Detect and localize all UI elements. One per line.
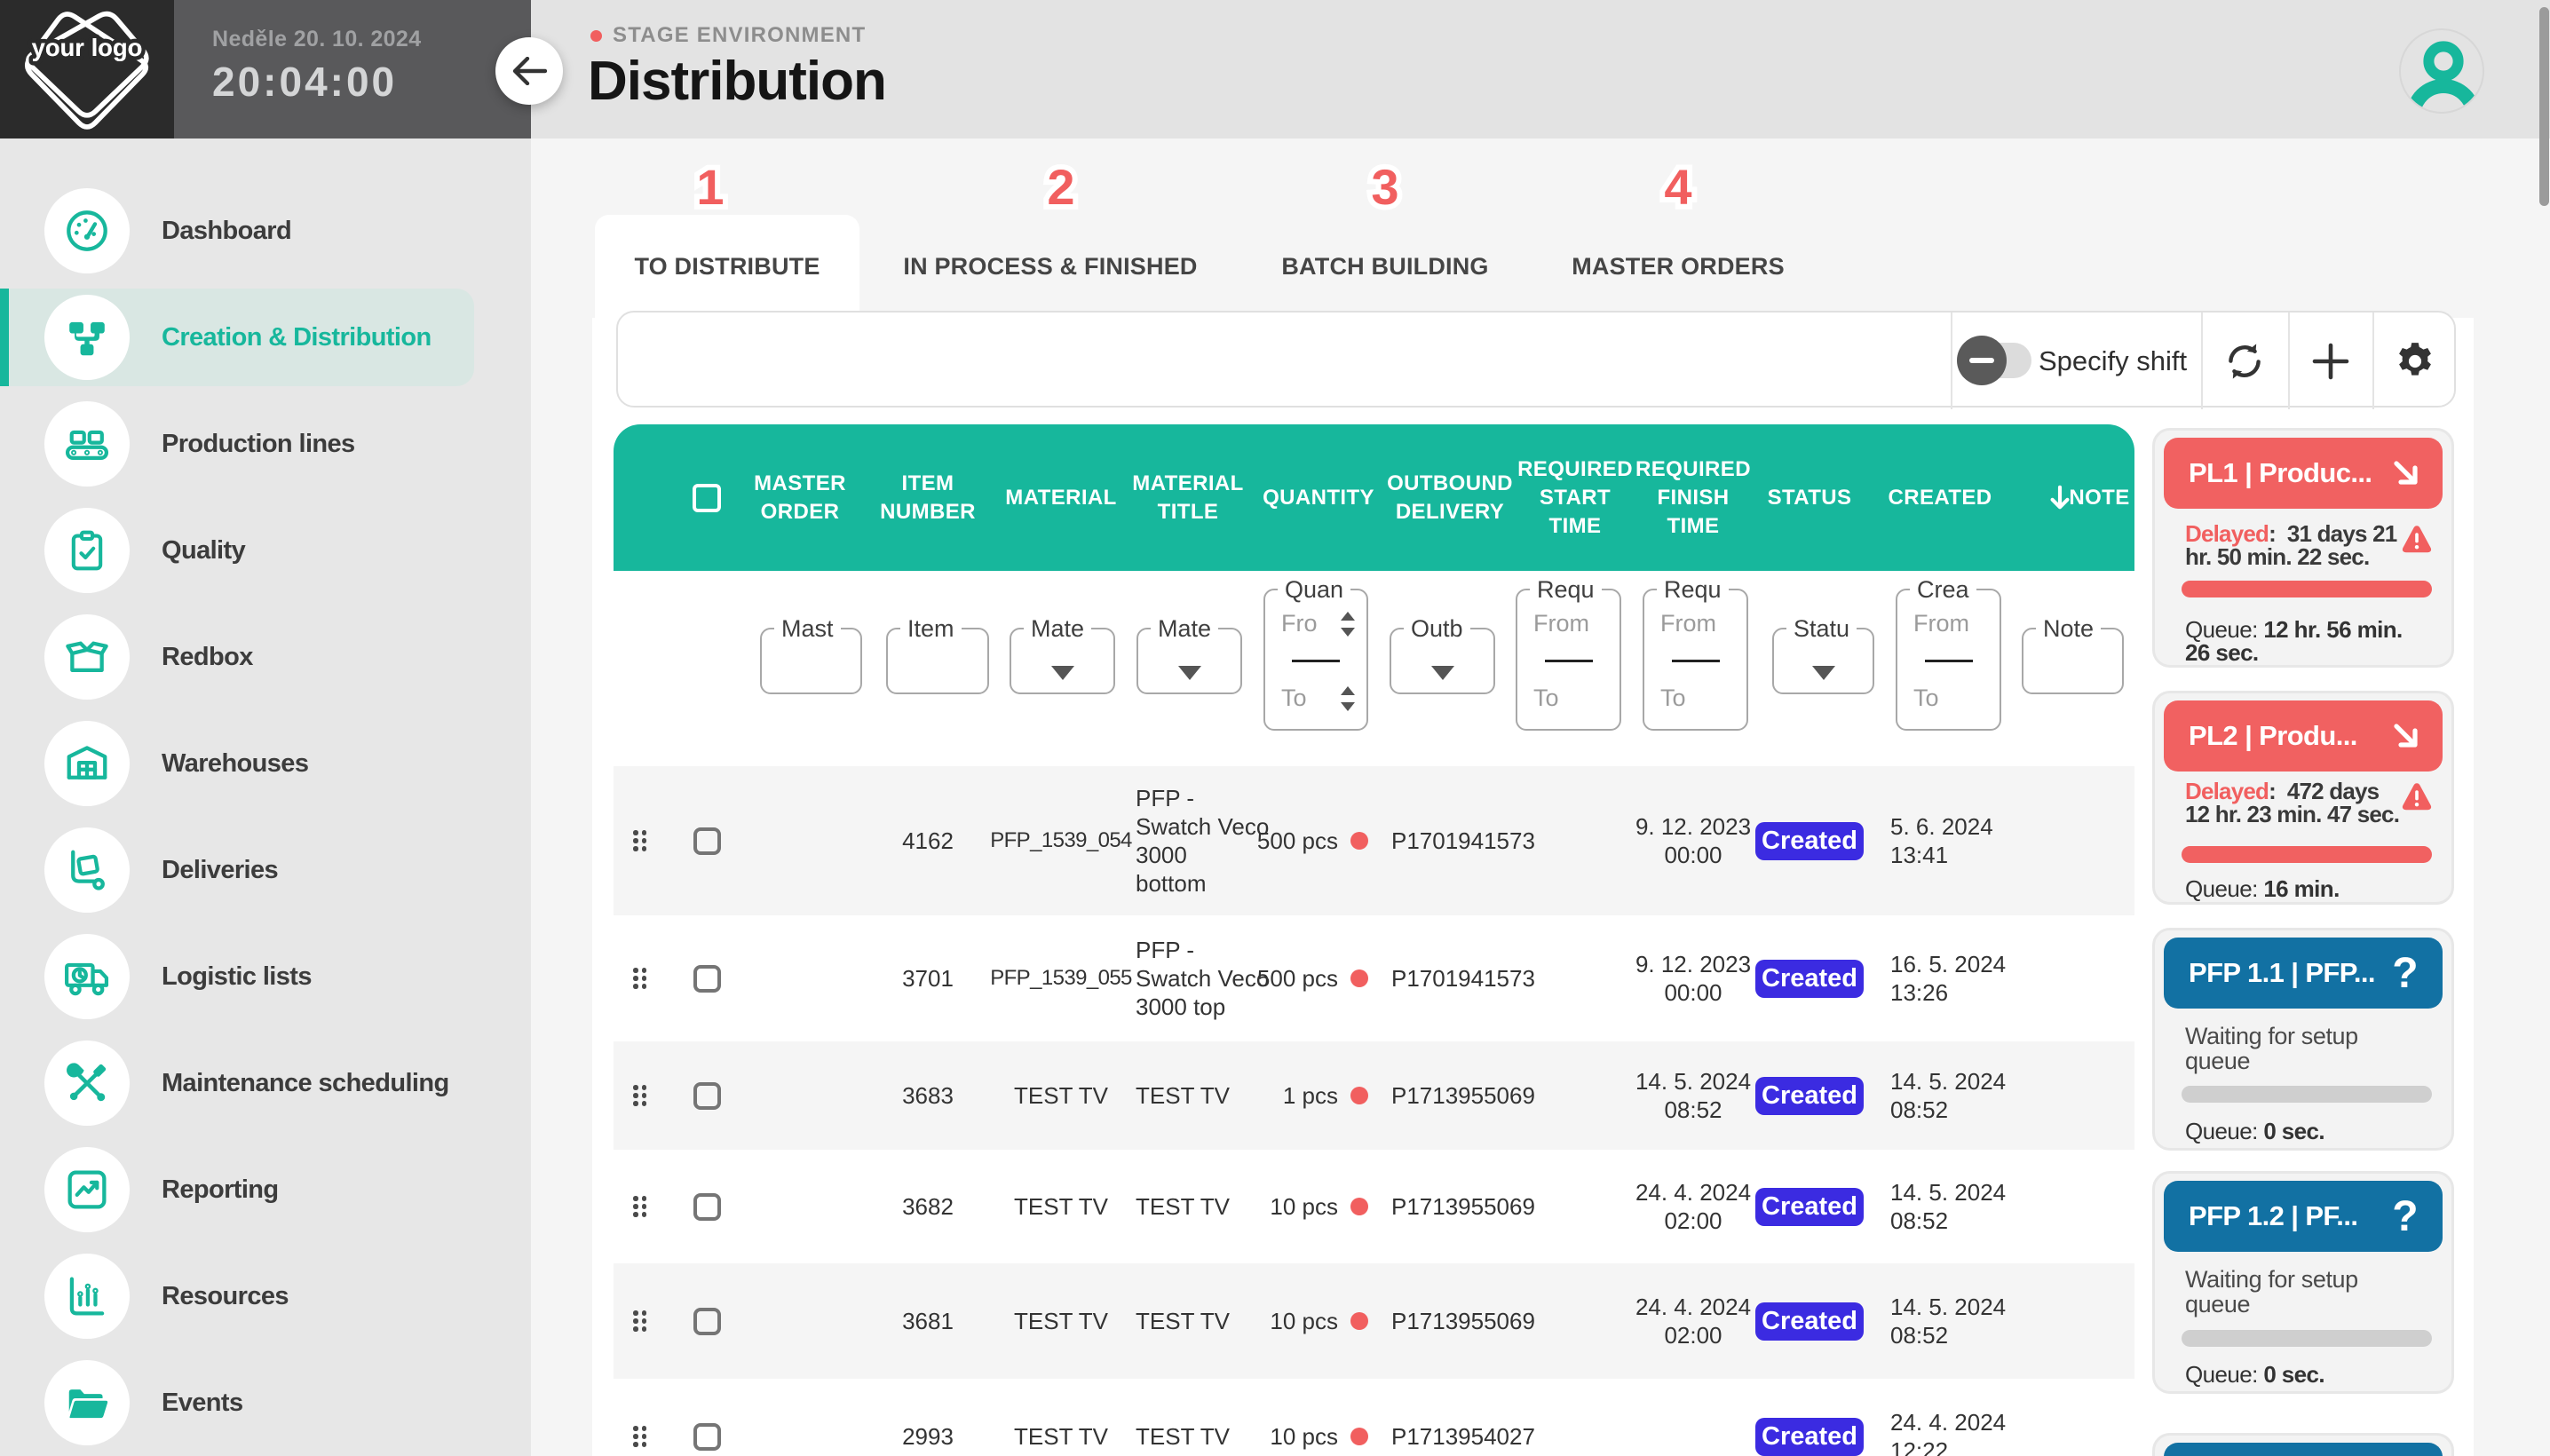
svg-text:1: 1: [696, 159, 724, 215]
svg-text:your logo: your logo: [32, 34, 143, 61]
svg-text:3: 3: [1371, 159, 1398, 215]
svg-text:4: 4: [1664, 159, 1691, 215]
svg-text:2: 2: [1047, 159, 1074, 215]
